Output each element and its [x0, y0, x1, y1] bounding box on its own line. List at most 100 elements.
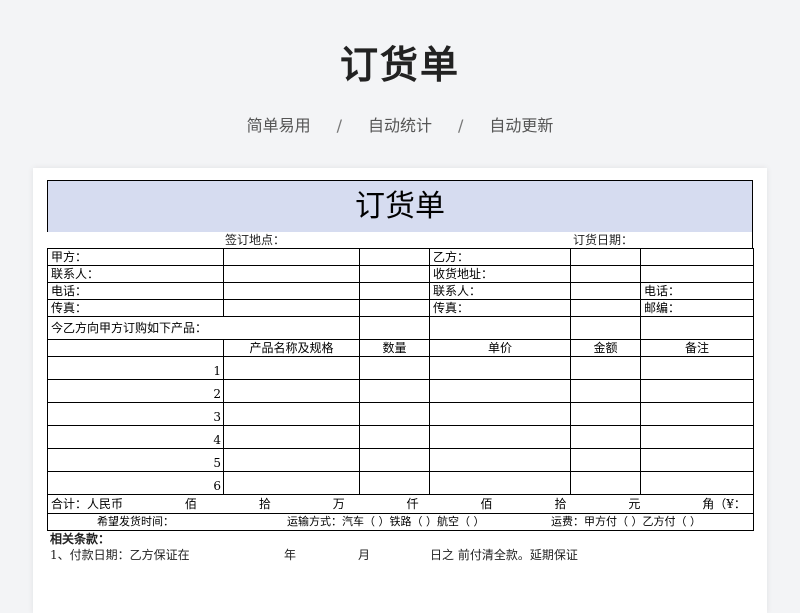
unit-hundred: 佰 [184, 497, 197, 511]
clause-line: 1、付款日期：乙方保证在 年 月 日之 前付清全款。延期保证 [47, 547, 753, 563]
party-b-extra: 邮编： [640, 299, 754, 317]
transport-method: 运输方式：汽车（ ）铁路（ ）航空（ ） [287, 515, 485, 528]
party-b-label: 乙方： [429, 248, 571, 266]
item-cell[interactable] [429, 402, 571, 426]
item-number: 5 [47, 448, 224, 472]
item-number: 2 [47, 379, 224, 403]
party-a-value[interactable] [359, 299, 430, 317]
form-title: 订货单 [47, 180, 753, 232]
item-number: 3 [47, 402, 224, 426]
item-cell[interactable] [429, 448, 571, 472]
header-unit-price: 单价 [429, 339, 571, 357]
party-row: 联系人： 收货地址： [47, 265, 754, 283]
item-cell[interactable] [570, 356, 641, 380]
item-cell[interactable] [429, 379, 571, 403]
item-cell[interactable] [223, 425, 360, 449]
table-row: 2 [47, 379, 754, 403]
intro-cell [640, 316, 754, 340]
total-label: 合计：人民币 [51, 497, 124, 511]
item-cell[interactable] [640, 379, 754, 403]
item-cell[interactable] [640, 356, 754, 380]
item-cell[interactable] [640, 402, 754, 426]
freight-payer: 运费：甲方付（ ）乙方付（ ） [551, 515, 701, 528]
table-row: 6 [47, 471, 754, 495]
feature-tags: 简单易用 / 自动统计 / 自动更新 [0, 112, 800, 136]
party-b-value[interactable] [570, 299, 641, 317]
item-cell[interactable] [223, 379, 360, 403]
sign-place-label: 签订地点： [225, 233, 286, 247]
order-form-sheet: 订货单 签订地点： 订货日期： 甲方： 乙方： 联系人： 收货地址： 电话： 联… [33, 168, 767, 613]
party-b-value[interactable] [570, 248, 641, 266]
feature-tag: 简单易用 [246, 116, 311, 135]
item-cell[interactable] [570, 425, 641, 449]
header-remarks: 备注 [640, 339, 754, 357]
item-number: 1 [47, 356, 224, 380]
unit-jiao: 角（¥： [702, 497, 746, 511]
item-cell[interactable] [359, 448, 430, 472]
item-cell[interactable] [359, 379, 430, 403]
party-a-label: 电话： [47, 282, 224, 300]
item-cell[interactable] [359, 471, 430, 495]
party-a-label: 传真： [47, 299, 224, 317]
party-a-label: 甲方： [47, 248, 224, 266]
page-hero-title: 订货单 [339, 43, 460, 87]
unit-ten: 拾 [554, 497, 567, 511]
header-amount: 金额 [570, 339, 641, 357]
clause-text: 1、付款日期：乙方保证在 [50, 548, 190, 562]
clause-month: 月 [358, 548, 371, 562]
intro-cell [359, 316, 430, 340]
party-b-value[interactable] [570, 265, 641, 283]
party-row: 甲方： 乙方： [47, 248, 754, 266]
item-cell[interactable] [570, 379, 641, 403]
item-cell[interactable] [640, 448, 754, 472]
item-cell[interactable] [570, 471, 641, 495]
unit-ten-thousand: 万 [332, 497, 345, 511]
item-cell[interactable] [359, 402, 430, 426]
party-a-value[interactable] [223, 299, 360, 317]
item-cell[interactable] [223, 471, 360, 495]
item-cell[interactable] [429, 471, 571, 495]
item-cell[interactable] [359, 356, 430, 380]
item-number: 4 [47, 425, 224, 449]
header-product: 产品名称及规格 [223, 339, 360, 357]
party-row: 电话： 联系人： 电话： [47, 282, 754, 300]
item-cell[interactable] [359, 425, 430, 449]
tag-separator: / [336, 116, 342, 135]
item-cell[interactable] [570, 448, 641, 472]
feature-tag: 自动统计 [367, 116, 432, 135]
party-a-label: 联系人： [47, 265, 224, 283]
item-cell[interactable] [223, 402, 360, 426]
party-a-value[interactable] [223, 265, 360, 283]
total-line: 合计：人民币 佰 拾 万 仟 佰 拾 元 角（¥： [51, 496, 750, 512]
shipping-line: 希望发货时间： 运输方式：汽车（ ）铁路（ ）航空（ ） 运费：甲方付（ ）乙方… [51, 515, 750, 530]
party-b-extra [640, 265, 754, 283]
item-number: 6 [47, 471, 224, 495]
party-row: 传真： 传真： 邮编： [47, 299, 754, 317]
item-cell[interactable] [429, 356, 571, 380]
intro-row: 今乙方向甲方订购如下产品： [47, 316, 754, 340]
item-cell[interactable] [223, 356, 360, 380]
party-a-value[interactable] [359, 248, 430, 266]
intro-cell [570, 316, 641, 340]
clauses-heading: 相关条款： [50, 532, 111, 546]
item-cell[interactable] [640, 471, 754, 495]
party-a-value[interactable] [223, 282, 360, 300]
sign-row: 签订地点： 订货日期： [47, 232, 753, 248]
item-cell[interactable] [223, 448, 360, 472]
order-date-label: 订货日期： [573, 233, 634, 247]
party-a-value[interactable] [359, 265, 430, 283]
feature-tag: 自动更新 [489, 116, 554, 135]
item-cell[interactable] [570, 402, 641, 426]
party-a-value[interactable] [359, 282, 430, 300]
table-row: 3 [47, 402, 754, 426]
party-b-value[interactable] [570, 282, 641, 300]
order-form: 订货单 签订地点： 订货日期： 甲方： 乙方： 联系人： 收货地址： 电话： 联… [47, 180, 754, 563]
table-row: 5 [47, 448, 754, 472]
header-row: 产品名称及规格 数量 单价 金额 备注 [47, 339, 754, 357]
intro-text: 今乙方向甲方订购如下产品： [47, 316, 360, 340]
item-cell[interactable] [640, 425, 754, 449]
item-cell[interactable] [429, 425, 571, 449]
party-a-value[interactable] [223, 248, 360, 266]
party-b-label: 传真： [429, 299, 571, 317]
tag-separator: / [458, 116, 464, 135]
